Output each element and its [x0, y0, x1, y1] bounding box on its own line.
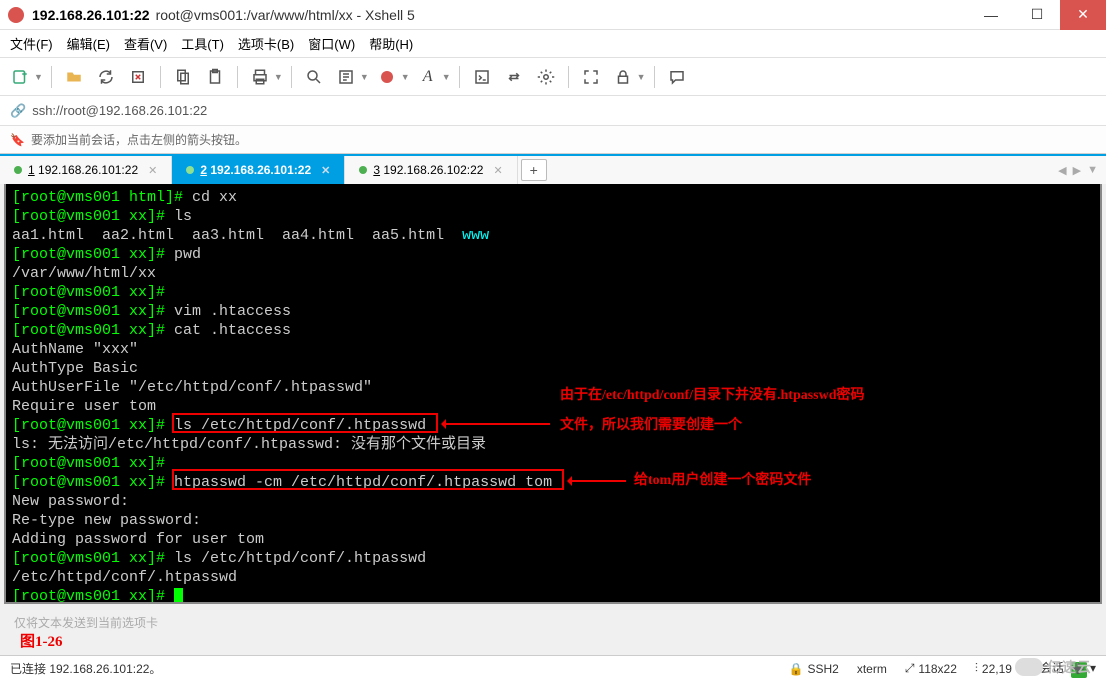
watermark-text: 亿速云: [1047, 657, 1092, 677]
menu-view[interactable]: 查看(V): [124, 34, 167, 53]
menu-file[interactable]: 文件(F): [10, 34, 53, 53]
figure-label: 图1-26: [20, 630, 63, 651]
annotation-1-line1: 由于在/etc/httpd/conf/目录下并没有.htpasswd密码: [560, 386, 865, 405]
close-button[interactable]: ✕: [1060, 0, 1106, 30]
title-path: root@vms001:/var/www/html/xx - Xshell 5: [156, 7, 415, 23]
reconnect-icon[interactable]: [92, 63, 120, 91]
info-text: 要添加当前会话，点击左侧的箭头按钮。: [31, 131, 247, 148]
menu-help[interactable]: 帮助(H): [369, 34, 413, 53]
fullscreen-icon[interactable]: [577, 63, 605, 91]
window-buttons: — ☐ ✕: [968, 0, 1106, 30]
titlebar: 192.168.26.101:22 root@vms001:/var/www/h…: [0, 0, 1106, 30]
minimize-button[interactable]: —: [968, 0, 1014, 30]
cloud-icon: [1015, 658, 1043, 676]
transfer-icon[interactable]: [500, 63, 528, 91]
disconnect-icon[interactable]: [124, 63, 152, 91]
properties-dropdown-icon[interactable]: ▼: [360, 72, 369, 82]
color-icon[interactable]: [373, 63, 401, 91]
highlight-box-2: [172, 469, 564, 490]
help-icon[interactable]: [663, 63, 691, 91]
menu-window[interactable]: 窗口(W): [308, 34, 355, 53]
copy-icon[interactable]: [169, 63, 197, 91]
print-icon[interactable]: [246, 63, 274, 91]
print-dropdown-icon[interactable]: ▼: [274, 72, 283, 82]
new-session-icon[interactable]: [6, 63, 34, 91]
link-icon: 🔗: [10, 103, 26, 119]
title-host: 192.168.26.101:22: [32, 7, 150, 23]
open-icon[interactable]: [60, 63, 88, 91]
menu-edit[interactable]: 编辑(E): [67, 34, 110, 53]
lock-dropdown-icon[interactable]: ▼: [637, 72, 646, 82]
status-dot-icon: [186, 166, 194, 174]
tab-label: 2 192.168.26.101:22: [200, 163, 311, 177]
tab-prev-icon[interactable]: ◀: [1058, 164, 1066, 177]
tab-label: 3 192.168.26.102:22: [373, 163, 483, 177]
tab-nav: ◀ ▶ ▼: [1058, 156, 1106, 184]
script-icon[interactable]: [468, 63, 496, 91]
tab-2[interactable]: 2 192.168.26.101:22 ✕: [172, 156, 345, 184]
status-size: ⤢ 118x22: [905, 661, 957, 676]
tab-strip: 1 192.168.26.101:22 ✕ 2 192.168.26.101:2…: [0, 154, 1106, 184]
terminal-output: [root@vms001 html]# cd xx [root@vms001 x…: [12, 188, 1094, 604]
annotation-2: 给tom用户创建一个密码文件: [634, 471, 811, 490]
tab-close-icon[interactable]: ✕: [321, 164, 330, 177]
find-icon[interactable]: [300, 63, 328, 91]
font-icon[interactable]: A: [414, 63, 442, 91]
app-icon: [8, 7, 24, 23]
maximize-button[interactable]: ☐: [1014, 0, 1060, 30]
status-dot-icon: [14, 166, 22, 174]
input-row[interactable]: 仅将文本发送到当前选项卡: [4, 608, 1102, 636]
color-dropdown-icon[interactable]: ▼: [401, 72, 410, 82]
status-connection: 已连接 192.168.26.101:22。: [10, 660, 161, 677]
terminal[interactable]: [root@vms001 html]# cd xx [root@vms001 x…: [4, 184, 1102, 604]
address-text: ssh://root@192.168.26.101:22: [32, 103, 207, 118]
tab-next-icon[interactable]: ▶: [1073, 164, 1081, 177]
new-dropdown-icon[interactable]: ▼: [34, 72, 43, 82]
add-tab-button[interactable]: +: [521, 159, 547, 181]
annotation-1-line2: 文件，所以我们需要创建一个: [560, 416, 742, 435]
tab-close-icon[interactable]: ✕: [148, 164, 157, 177]
arrow-1: [444, 423, 550, 425]
arrow-2: [570, 480, 626, 482]
lock-icon[interactable]: [609, 63, 637, 91]
status-term: xterm: [857, 662, 887, 676]
watermark: 亿速云: [1015, 657, 1092, 677]
tab-menu-icon[interactable]: ▼: [1087, 164, 1098, 176]
settings-icon[interactable]: [532, 63, 560, 91]
address-bar[interactable]: 🔗 ssh://root@192.168.26.101:22: [0, 96, 1106, 126]
menu-tools[interactable]: 工具(T): [181, 34, 224, 53]
tab-3[interactable]: 3 192.168.26.102:22 ✕: [345, 156, 517, 184]
status-dot-icon: [359, 166, 367, 174]
input-placeholder: 仅将文本发送到当前选项卡: [14, 614, 158, 631]
menu-tabs[interactable]: 选项卡(B): [238, 34, 294, 53]
menubar: 文件(F) 编辑(E) 查看(V) 工具(T) 选项卡(B) 窗口(W) 帮助(…: [0, 30, 1106, 58]
status-ssh: 🔒 SSH2: [789, 662, 839, 676]
properties-icon[interactable]: [332, 63, 360, 91]
paste-icon[interactable]: [201, 63, 229, 91]
info-bar: 🔖 要添加当前会话，点击左侧的箭头按钮。: [0, 126, 1106, 154]
tab-close-icon[interactable]: ✕: [493, 164, 502, 177]
toolbar: ▼ ▼ ▼ ▼ A ▼ ▼: [0, 58, 1106, 96]
tab-label: 1 192.168.26.101:22: [28, 163, 138, 177]
bookmark-icon[interactable]: 🔖: [10, 133, 25, 147]
highlight-box-1: [172, 413, 438, 433]
status-bar: 已连接 192.168.26.101:22。 🔒 SSH2 xterm ⤢ 11…: [0, 655, 1106, 681]
font-dropdown-icon[interactable]: ▼: [442, 72, 451, 82]
status-pos: ⫶ 22,19: [975, 661, 1012, 676]
tab-1[interactable]: 1 192.168.26.101:22 ✕: [0, 156, 172, 184]
